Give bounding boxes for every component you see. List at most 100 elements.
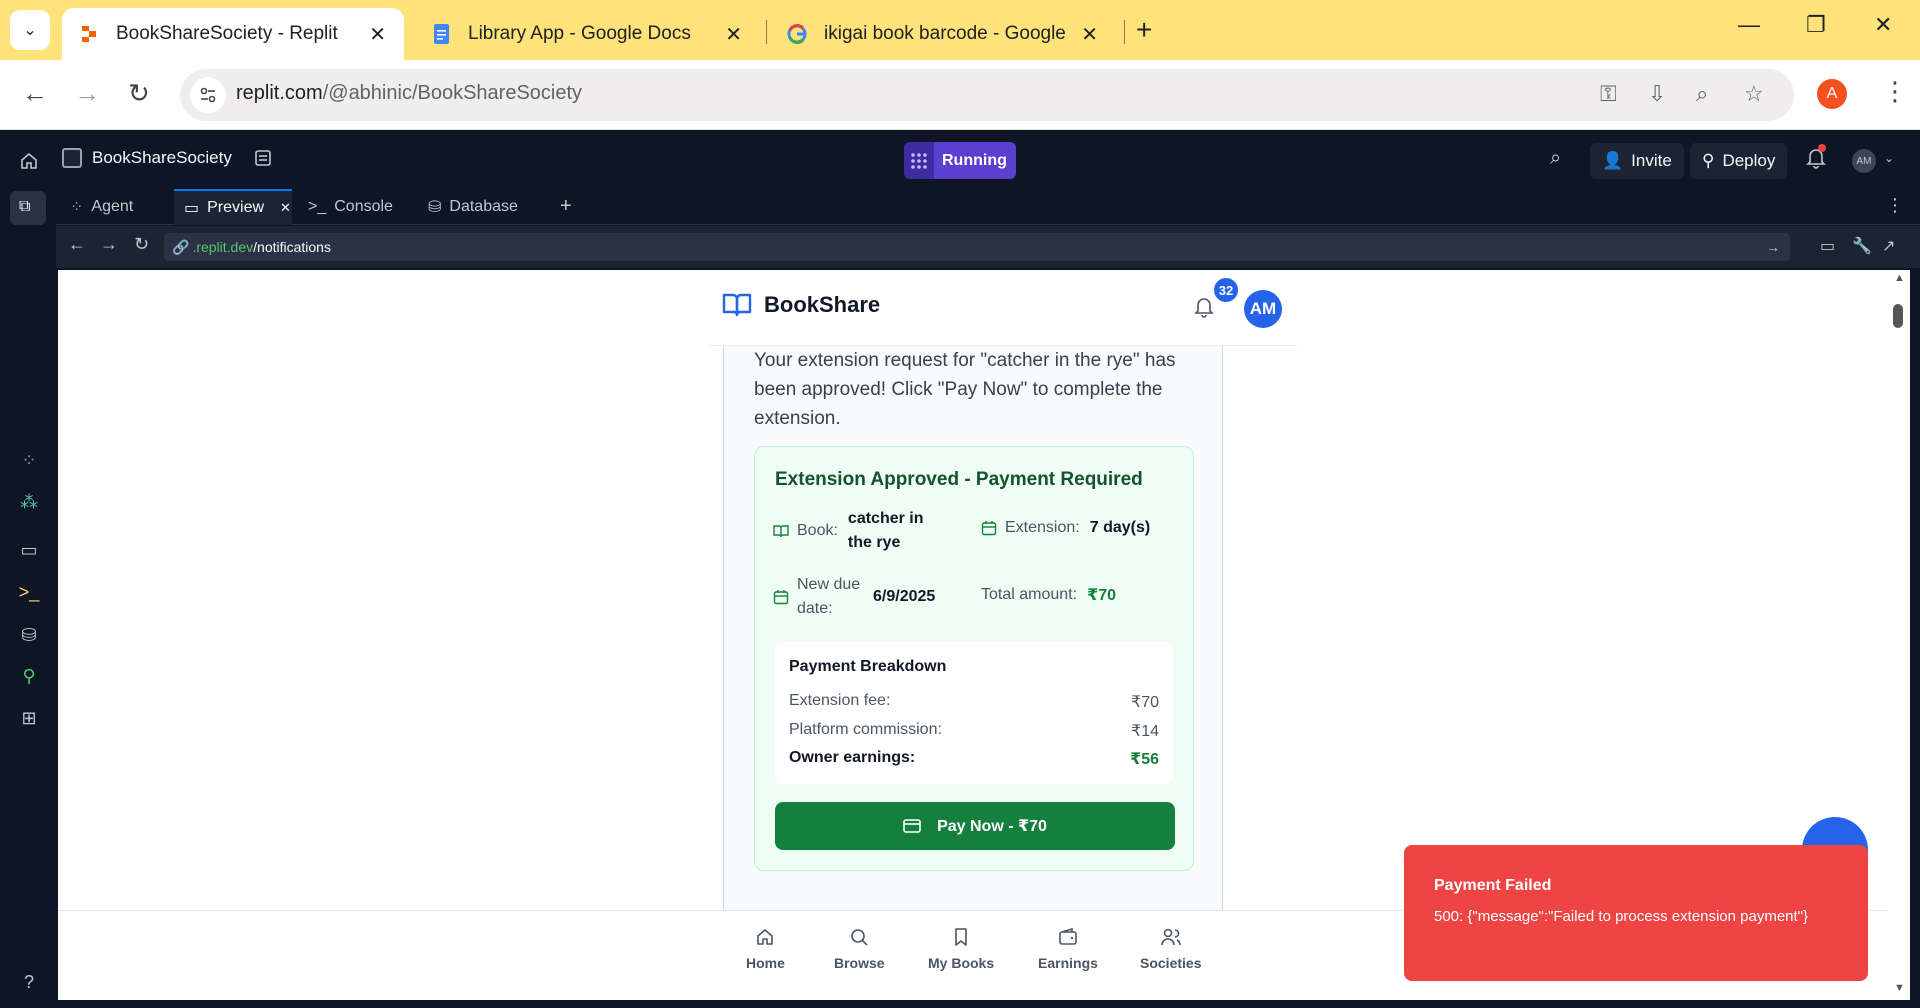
database-icon: ⛁ [428, 199, 442, 216]
project-icon [62, 148, 82, 168]
more-options-icon[interactable]: ⋮ [1886, 195, 1904, 216]
chrome-menu-icon[interactable]: ⋮ [1882, 76, 1908, 107]
wallet-icon [1059, 927, 1077, 945]
preview-icon[interactable]: ▭ [18, 539, 40, 561]
brand-logo[interactable]: BookShare [722, 292, 880, 318]
tab-database[interactable]: ⛁ Database [418, 189, 538, 225]
chevron-down-icon[interactable]: ⌄ [1884, 151, 1894, 165]
nav-label: Home [746, 955, 785, 971]
preview-reload-icon[interactable]: ↻ [134, 234, 149, 255]
pay-now-button[interactable]: Pay Now - ₹70 [775, 802, 1175, 850]
workspace-tabs: ⁘ Agent ▭ Preview ✕ >_ Console ⛁ Databas… [56, 189, 1920, 225]
scroll-up-icon[interactable]: ▲ [1894, 272, 1905, 284]
chrome-profile-avatar[interactable]: A [1817, 79, 1847, 109]
address-bar[interactable]: replit.com/@abhinic/BookShareSociety ⚿ ⇩… [180, 69, 1794, 121]
notifications-button[interactable] [1806, 144, 1826, 174]
replit-agent-icon [904, 142, 934, 179]
run-status-button[interactable]: Running [904, 142, 1016, 179]
extension-title: Extension Approved - Payment Required [775, 469, 1143, 490]
add-user-icon: 👤 [1602, 151, 1624, 170]
forward-arrow-icon[interactable]: → [74, 78, 100, 109]
terminal-icon: >_ [308, 198, 327, 215]
browser-toolbar: ← → ↻ replit.com/@abhinic/BookShareSocie… [0, 60, 1920, 130]
file-explorer-button[interactable]: ⧉ [10, 191, 46, 225]
breakdown-row: Extension fee: ₹70 [789, 692, 1159, 712]
run-status-label: Running [942, 151, 1007, 169]
zoom-icon[interactable]: ⌕ [1696, 81, 1708, 107]
credit-card-icon [903, 819, 921, 833]
tab-label: Preview [207, 199, 265, 216]
minimize-icon[interactable]: — [1738, 12, 1760, 38]
all-tools-icon[interactable]: ⊞ [18, 707, 40, 729]
user-avatar[interactable]: AM [1244, 290, 1282, 328]
tab-preview[interactable]: ▭ Preview ✕ [174, 189, 292, 225]
close-tab-icon[interactable]: ✕ [725, 22, 742, 47]
help-icon[interactable]: ? [18, 971, 40, 993]
open-new-window-icon[interactable]: ↗ [1882, 236, 1895, 256]
project-name[interactable]: BookShareSociety [62, 148, 272, 168]
preview-back-icon[interactable]: ← [68, 234, 86, 255]
total-value: ₹70 [1087, 587, 1116, 604]
new-tab-icon[interactable]: + [1136, 14, 1152, 46]
deploy-button[interactable]: ⚲ Deploy [1690, 143, 1788, 179]
browser-tab-docs[interactable]: Library App - Google Docs ✕ [414, 8, 760, 60]
book-icon [773, 525, 789, 538]
reload-icon[interactable]: ↻ [128, 78, 150, 109]
payment-failed-toast: Payment Failed 500: {"message":"Failed t… [1404, 845, 1868, 981]
toast-title: Payment Failed [1434, 877, 1552, 894]
close-tab-icon[interactable]: ✕ [1081, 22, 1098, 47]
device-icon[interactable]: ▭ [1820, 236, 1835, 256]
replit-header: BookShareSociety Running ⌕ 👤 Invite ⚲ De… [0, 131, 1920, 189]
tab-console[interactable]: >_ Console [298, 189, 410, 225]
agent-icon[interactable]: ⁘ [18, 449, 40, 471]
close-tab-icon[interactable]: ✕ [369, 22, 386, 47]
home-icon[interactable] [19, 151, 39, 171]
scrollbar-thumb[interactable] [1893, 304, 1903, 328]
close-tab-icon[interactable]: ✕ [280, 200, 291, 216]
password-key-icon[interactable]: ⚿ [1600, 81, 1617, 107]
preview-scrollbar[interactable]: ▲ ▼ [1888, 270, 1910, 1000]
notifications-button[interactable] [1194, 296, 1214, 323]
book-row: Book: catcher in the rye [773, 507, 948, 555]
tab-search-button[interactable]: ⌄ [10, 10, 50, 50]
bookmark-star-icon[interactable]: ☆ [1744, 81, 1764, 107]
site-info-icon[interactable] [190, 77, 226, 113]
restore-icon[interactable]: ❐ [1806, 12, 1826, 38]
user-avatar[interactable]: AM [1852, 149, 1876, 173]
install-app-icon[interactable]: ⇩ [1648, 81, 1666, 107]
add-tab-icon[interactable]: + [560, 195, 572, 218]
devtools-wrench-icon[interactable]: 🔧 [1852, 236, 1872, 256]
console-icon[interactable]: >_ [18, 581, 40, 603]
book-open-icon [722, 293, 752, 317]
go-arrow-icon[interactable]: → [1766, 239, 1780, 255]
nav-label: My Books [928, 955, 995, 971]
deployments-icon[interactable]: ⚲ [18, 665, 40, 687]
close-window-icon[interactable]: ✕ [1874, 12, 1892, 38]
nav-home[interactable]: Home [746, 927, 785, 971]
search-icon[interactable]: ⌕ [1550, 147, 1561, 170]
extension-payment-box: Extension Approved - Payment Required Bo… [754, 446, 1194, 871]
browser-tab-google[interactable]: ikigai book barcode - Google Se ✕ [770, 8, 1116, 60]
preview-url-input[interactable]: 🔗 .replit.dev /notifications → [164, 233, 1790, 261]
breakdown-row: Owner earnings: ₹56 [789, 749, 1159, 769]
nav-earnings[interactable]: Earnings [1038, 927, 1098, 971]
browser-tab-replit[interactable]: BookShareSociety - Replit ✕ [62, 8, 404, 60]
nav-browse[interactable]: Browse [834, 927, 885, 971]
preview-forward-icon[interactable]: → [100, 234, 118, 255]
tab-agent[interactable]: ⁘ Agent [60, 189, 168, 225]
scroll-down-icon[interactable]: ▼ [1894, 982, 1905, 994]
breakdown-row: Platform commission: ₹14 [789, 721, 1159, 741]
files-icon: ⧉ [19, 198, 31, 215]
invite-button[interactable]: 👤 Invite [1590, 143, 1684, 179]
nav-my-books[interactable]: My Books [928, 927, 994, 971]
project-info-icon[interactable] [254, 149, 272, 167]
database-icon[interactable]: ⛁ [18, 624, 40, 646]
nav-societies[interactable]: Societies [1140, 927, 1201, 971]
notification-count-badge: 32 [1214, 278, 1238, 302]
assistant-icon[interactable]: ⁂ [18, 491, 40, 513]
deploy-label: Deploy [1722, 151, 1776, 170]
calendar-icon [773, 590, 789, 605]
book-label: Book: [797, 522, 838, 539]
back-arrow-icon[interactable]: ← [22, 78, 48, 109]
agent-icon: ⁘ [70, 199, 84, 216]
